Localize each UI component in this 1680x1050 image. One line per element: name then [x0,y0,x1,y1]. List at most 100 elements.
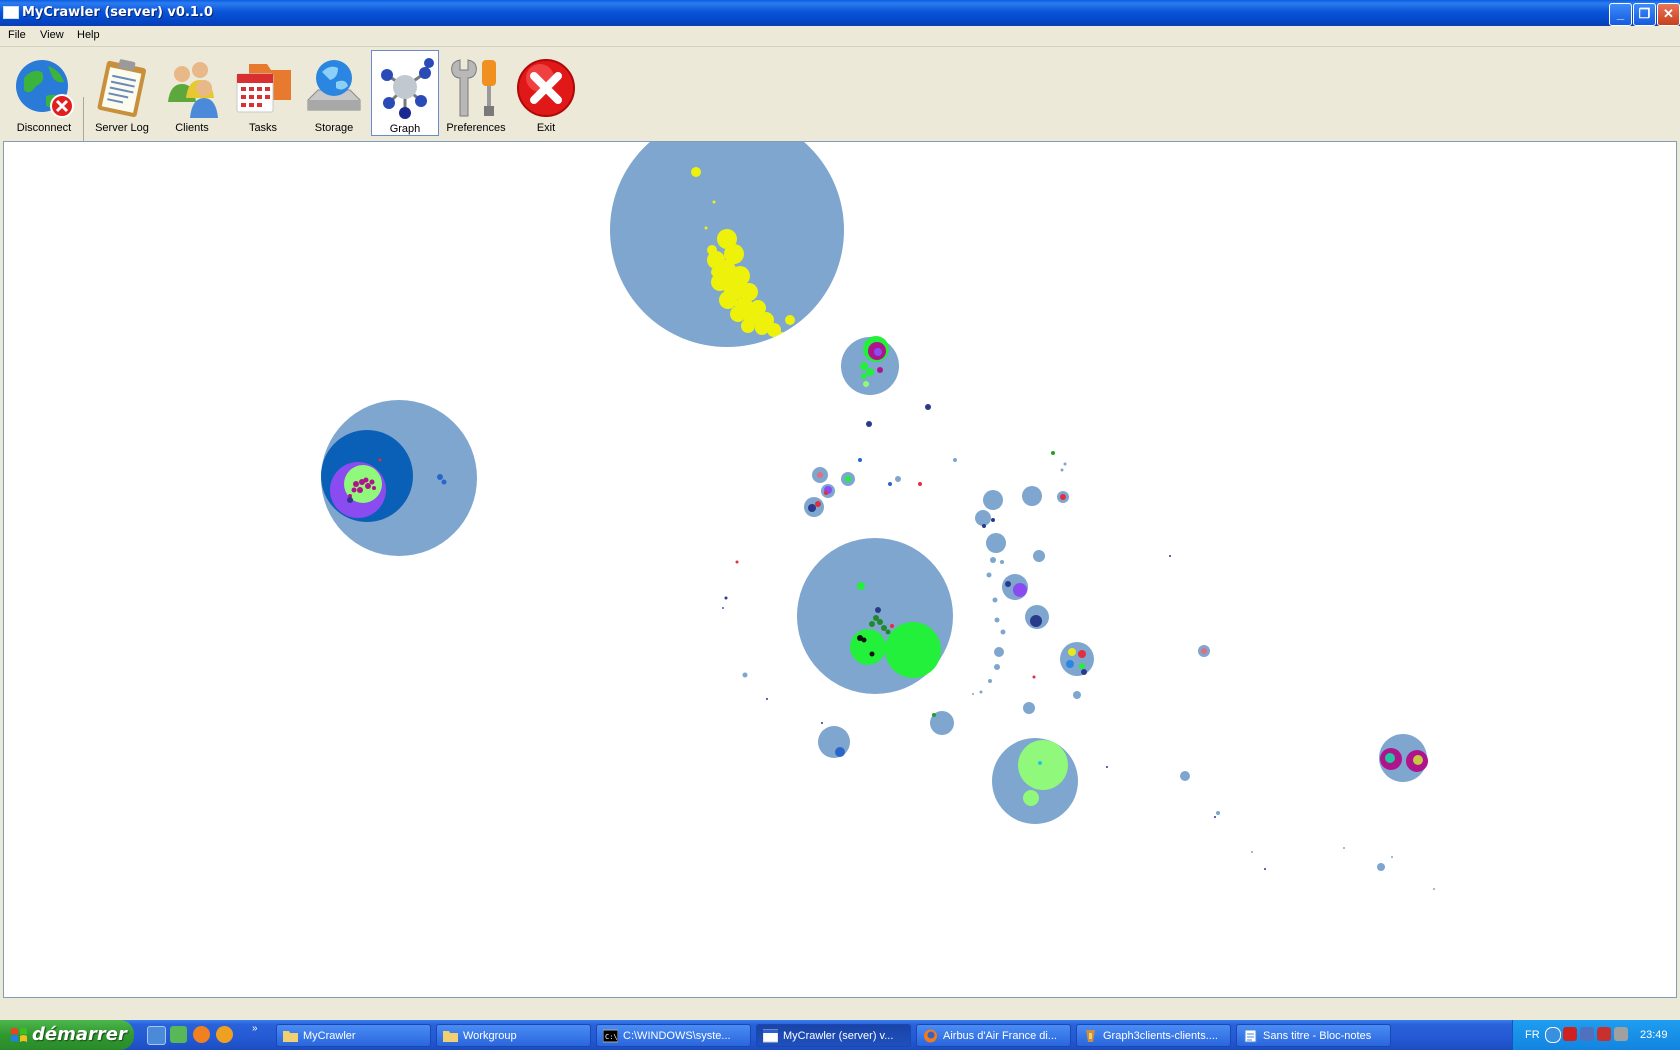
cluster-node[interactable] [818,726,850,758]
graph-node [1078,650,1086,658]
task-mycrawler-server[interactable]: MyCrawler (server) v... [756,1024,911,1047]
graph-node [860,362,868,370]
graph-node [1251,851,1253,853]
notepad-icon [1244,1029,1257,1043]
cluster-node[interactable] [1022,486,1042,506]
exit-button[interactable]: Exit [512,50,580,136]
graph-canvas[interactable] [3,141,1677,998]
graph-node[interactable] [1018,740,1068,790]
disconnect-button[interactable]: Disconnect [10,50,78,136]
users-icon [168,62,218,118]
media-player-icon[interactable] [216,1026,233,1043]
task-mycrawler-folder[interactable]: MyCrawler [276,1024,431,1047]
task-label: Workgroup [463,1030,517,1042]
image-icon [1086,1030,1095,1042]
graph-node [1066,660,1074,668]
cluster-node[interactable] [983,490,1003,510]
clipboard-icon [97,59,146,118]
task-console[interactable]: C:\ C:\WINDOWS\syste... [596,1024,751,1047]
graph-node [1106,766,1108,768]
preferences-button[interactable]: Preferences [442,50,510,136]
menu-help[interactable]: Help [77,29,100,41]
chevron-right-icon[interactable]: » [252,1023,262,1034]
graph-node [1214,816,1216,818]
graph-label: Graph [389,123,421,135]
cluster-node[interactable] [1073,691,1081,699]
task-firefox[interactable]: Airbus d'Air France di... [916,1024,1071,1047]
task-label: Graph3clients-clients.... [1103,1030,1218,1042]
crawl-graph[interactable] [4,142,1676,997]
cluster-node[interactable] [975,510,991,526]
minimize-button[interactable]: _ [1609,3,1632,26]
clients-label: Clients [175,122,209,134]
server-log-label: Server Log [95,122,149,134]
messenger-icon[interactable] [170,1026,187,1043]
toolbar: Disconnect Server Log Clients Tasks Stor… [0,47,1680,181]
graph-node [824,491,828,495]
security-shield-icon[interactable] [1563,1027,1577,1041]
task-label: Airbus d'Air France di... [943,1030,1057,1042]
taskbar: démarrer » MyCrawler Workgroup C:\ C:\WI… [0,1020,1680,1050]
graph-node [982,524,986,528]
antivirus-icon[interactable] [1597,1027,1611,1041]
cluster-node[interactable] [986,533,1006,553]
graph-node [724,596,728,600]
graph-node[interactable] [885,622,941,678]
graph-node[interactable] [1013,583,1027,597]
graph-node [877,367,883,373]
graph-node [1264,868,1266,870]
cluster-node[interactable] [1180,771,1190,781]
graph-node [869,651,875,657]
clients-button[interactable]: Clients [158,50,226,136]
tasks-label: Tasks [248,122,278,134]
title-bar: MyCrawler (server) v0.1.0 _ ❐ ✕ [0,0,1680,26]
cluster-node[interactable] [895,476,901,482]
graph-button[interactable]: Graph [371,50,439,136]
cluster-node[interactable] [1216,811,1220,815]
tray-expand-icon[interactable] [1545,1027,1561,1043]
firefox-quicklaunch-icon[interactable] [193,1026,210,1043]
graph-node [932,713,936,717]
volume-icon[interactable] [1614,1027,1628,1041]
menu-file[interactable]: File [8,29,26,41]
menu-bar: File View Help [0,26,1680,47]
cluster-node[interactable] [1023,702,1035,714]
graph-node [866,421,872,427]
storage-button[interactable]: Storage [300,50,368,136]
clock[interactable]: 23:49 [1640,1029,1668,1041]
graph-node[interactable] [1023,790,1039,806]
start-button[interactable]: démarrer [0,1020,134,1050]
restore-button[interactable]: ❐ [1633,3,1656,26]
show-desktop-icon[interactable] [147,1026,166,1045]
graph-node[interactable] [850,629,886,665]
graph-node[interactable] [874,348,882,356]
cluster-node[interactable] [1377,863,1385,871]
graph-node [1038,761,1042,765]
close-button[interactable]: ✕ [1657,3,1680,26]
system-tray: FR 23:49 [1512,1020,1680,1050]
graph-node [888,482,892,486]
menu-view[interactable]: View [40,29,64,41]
svg-text:C:\: C:\ [605,1033,618,1041]
graph-node [1068,648,1076,656]
tasks-button[interactable]: Tasks [229,50,297,136]
graph-node[interactable] [1030,615,1042,627]
molecule-graph-icon [381,58,434,119]
task-label: MyCrawler (server) v... [783,1030,894,1042]
graph-node [1385,753,1395,763]
server-log-button[interactable]: Server Log [88,50,156,136]
graph-node [1343,847,1345,849]
graph-node [925,404,931,410]
graph-node [1201,648,1207,654]
task-image-viewer[interactable]: Graph3clients-clients.... [1076,1024,1231,1047]
task-workgroup[interactable]: Workgroup [436,1024,591,1047]
network-icon[interactable] [1580,1027,1594,1041]
graph-node [722,607,724,609]
folder-icon [443,1031,458,1042]
app-icon [3,6,19,19]
cluster-node[interactable] [1060,642,1094,676]
console-icon: C:\ [603,1029,618,1043]
task-notepad[interactable]: Sans titre - Bloc-notes [1236,1024,1391,1047]
cluster-node[interactable] [1033,550,1045,562]
language-indicator[interactable]: FR [1525,1029,1540,1041]
